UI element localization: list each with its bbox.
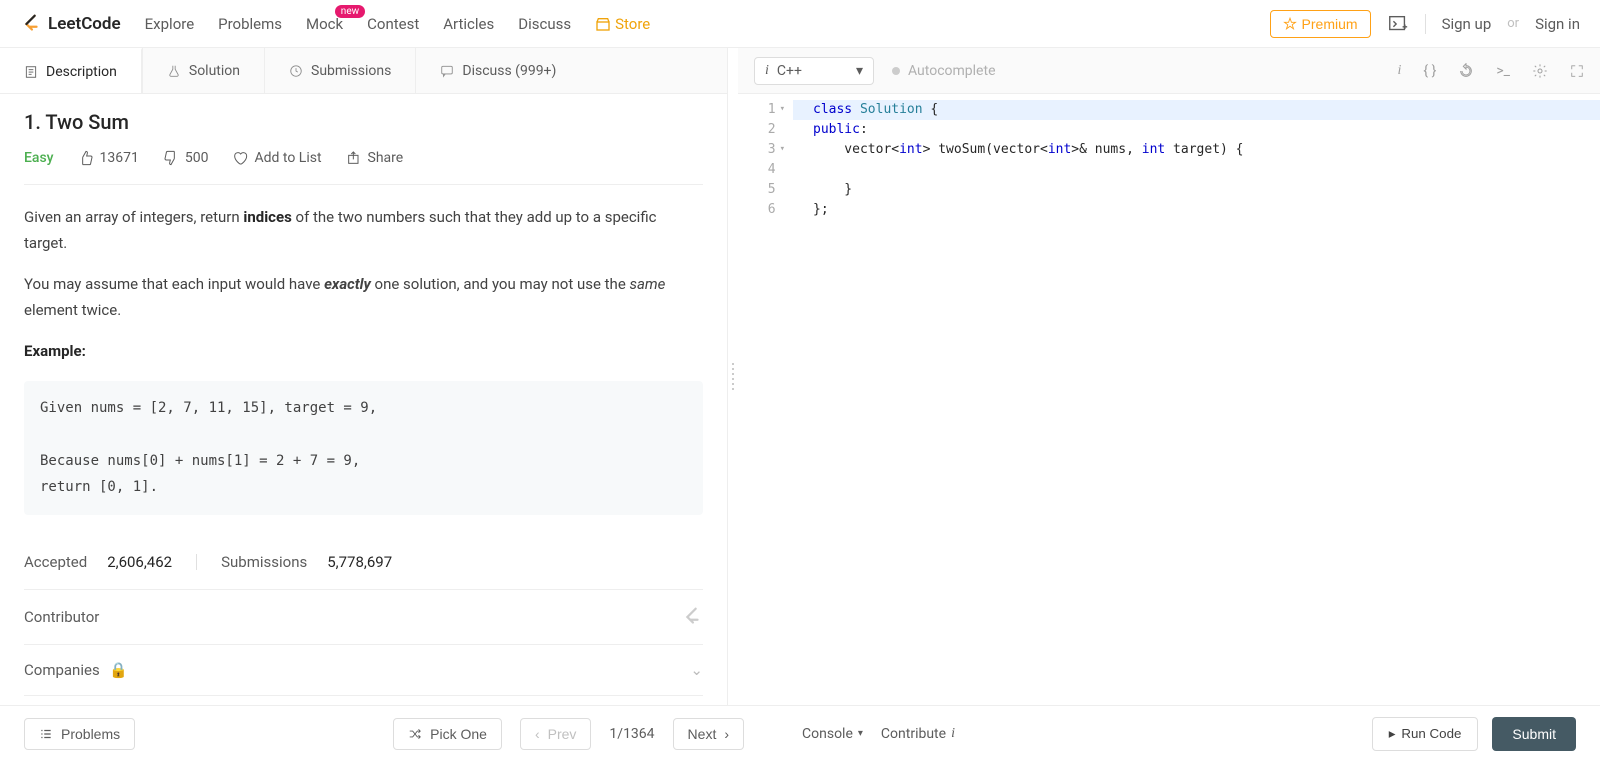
tab-submissions[interactable]: Submissions [264,48,415,93]
info-icon: i [765,63,769,79]
heart-icon [232,150,248,166]
code-line[interactable]: } [793,180,1600,200]
line-gutter: 1▾2 3▾4 5 6 [738,94,793,705]
prev-button[interactable]: ‹ Prev [520,718,591,750]
caret-down-icon: ▾ [856,63,863,79]
reset-icon[interactable] [1458,63,1474,79]
companies-row[interactable]: Companies 🔒 ⌄ [24,644,703,695]
signin-link[interactable]: Sign in [1535,15,1580,33]
shuffle-icon [408,727,422,741]
description-tabs: Description Solution Submissions Discuss… [0,48,727,94]
status-dot-icon [892,67,900,75]
example-heading: Example: [24,342,86,360]
split-handle[interactable] [728,48,738,705]
store-icon [595,16,611,32]
editor-pane: i C++ ▾ Autocomplete i { } >_ [738,48,1600,705]
problems-button[interactable]: Problems [24,718,135,750]
share-button[interactable]: Share [346,150,404,166]
pager-text: 1/1364 [609,726,654,742]
tab-discuss[interactable]: Discuss (999+) [415,48,580,93]
terminal-icon[interactable]: >_ [1496,63,1510,79]
nav-problems[interactable]: Problems [218,15,282,33]
top-nav: LeetCode Explore Problems Mocknew Contes… [0,0,1600,48]
info-icon: i [951,726,955,742]
share-icon [346,150,362,166]
tab-solution[interactable]: Solution [142,48,264,93]
accepted-value: 2,606,462 [107,553,172,571]
submissions-value: 5,778,697 [327,553,392,571]
settings-icon[interactable] [1532,63,1548,79]
fullscreen-icon[interactable] [1570,64,1584,78]
logo-text: LeetCode [48,14,121,34]
divider [1425,14,1426,34]
language-select[interactable]: i C++ ▾ [754,57,874,85]
contribute-link[interactable]: Contribute i [881,726,955,742]
accepted-label: Accepted [24,553,87,571]
chevron-left-icon: ‹ [535,726,540,742]
signup-link[interactable]: Sign up [1442,15,1492,33]
description-pane: Description Solution Submissions Discuss… [0,48,728,705]
code-line[interactable] [793,160,1600,180]
play-icon: ▸ [1389,726,1396,742]
list-icon [39,727,53,741]
premium-button[interactable]: Premium [1270,10,1371,38]
contributor-row[interactable]: Contributor [24,589,703,644]
problem-body: Given an array of integers, return indic… [24,185,703,535]
nav-links: Explore Problems Mocknew Contest Article… [145,15,651,33]
code-editor[interactable]: 1▾2 3▾4 5 6 class Solution {public: vect… [738,94,1600,705]
nav-discuss[interactable]: Discuss [518,15,571,33]
chevron-down-icon: ⌄ [690,661,703,679]
caret-down-icon: ▾ [858,728,863,739]
submit-button[interactable]: Submit [1492,717,1576,751]
description-icon [24,65,38,79]
thumbs-up-icon [78,150,94,166]
nav-articles[interactable]: Articles [443,15,494,33]
history-icon [289,64,303,78]
code-lines[interactable]: class Solution {public: vector<int> twoS… [793,94,1600,705]
star-icon [1283,17,1297,31]
like-button[interactable]: 13671 [78,150,139,166]
submissions-label: Submissions [221,553,307,571]
code-line[interactable]: vector<int> twoSum(vector<int>& nums, in… [793,140,1600,160]
stats-row: Accepted 2,606,462 Submissions 5,778,697 [24,535,703,589]
or-text: or [1507,16,1519,31]
chevron-right-icon: › [724,726,729,742]
console-toggle[interactable]: Console ▾ [802,726,863,742]
nav-store[interactable]: Store [595,15,650,33]
pick-one-button[interactable]: Pick One [393,718,502,750]
add-to-list-button[interactable]: Add to List [232,150,321,166]
notes-icon[interactable]: i [1398,62,1402,79]
new-badge: new [335,5,365,18]
example-code: Given nums = [2, 7, 11, 15], target = 9,… [24,381,703,515]
editor-toolbar: i C++ ▾ Autocomplete i { } >_ [738,48,1600,94]
nav-contest[interactable]: Contest [367,15,419,33]
nav-explore[interactable]: Explore [145,15,195,33]
comment-icon [440,64,454,78]
logo[interactable]: LeetCode [20,13,121,35]
flask-icon [167,64,181,78]
difficulty-label: Easy [24,150,54,166]
leetcode-logo-icon [20,13,42,35]
problem-title: 1. Two Sum [24,110,703,134]
code-line[interactable]: }; [793,200,1600,220]
problem-content[interactable]: 1. Two Sum Easy 13671 500 Add to List [0,94,727,705]
code-line[interactable]: class Solution { [793,100,1600,120]
thumbs-down-icon [163,150,179,166]
run-code-button[interactable]: ▸ Run Code [1372,717,1479,751]
dislike-button[interactable]: 500 [163,150,209,166]
bottom-bar: Problems Pick One ‹ Prev 1/1364 Next › C… [0,705,1600,761]
playground-icon[interactable] [1387,13,1409,35]
nav-mock[interactable]: Mocknew [306,15,343,33]
next-button[interactable]: Next › [673,718,744,750]
leetcode-mono-icon [681,606,703,628]
braces-icon[interactable]: { } [1423,63,1436,79]
related-topics-row[interactable]: Related Topics ⌄ [24,695,703,705]
autocomplete-toggle[interactable]: Autocomplete [892,63,996,79]
lock-icon: 🔒 [106,661,128,679]
tab-description[interactable]: Description [0,48,142,93]
code-line[interactable]: public: [793,120,1600,140]
